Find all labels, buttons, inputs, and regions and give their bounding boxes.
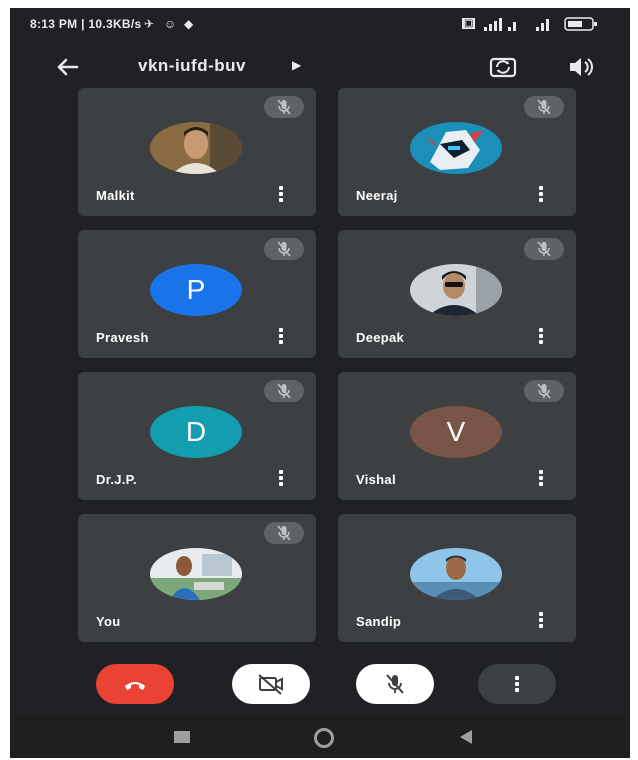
status-emoji-icon: ☺ <box>164 17 177 31</box>
participant-tile[interactable]: P Pravesh <box>78 230 316 358</box>
participant-name: Neeraj <box>356 188 398 203</box>
arrow-left-icon[interactable] <box>50 52 84 82</box>
participant-tile[interactable]: Sandip <box>338 514 576 642</box>
mic-off-icon <box>264 380 304 402</box>
signal-strength-icon <box>484 18 516 31</box>
status-notification-icon: ✈ <box>144 17 155 31</box>
participant-name: Vishal <box>356 472 396 487</box>
avatar: V <box>410 406 502 458</box>
participant-tile[interactable]: Neeraj <box>338 88 576 216</box>
more-vert-icon[interactable] <box>536 184 546 204</box>
mic-off-icon <box>264 522 304 544</box>
avatar: D <box>150 406 242 458</box>
battery-icon <box>564 17 597 31</box>
status-bar: 8:13 PM | 10.3KB/s ✈ ☺ ◆ ▣ <box>10 8 630 42</box>
more-vert-icon[interactable] <box>276 184 286 204</box>
more-vert-icon[interactable] <box>536 468 546 488</box>
participant-tile[interactable]: Malkit <box>78 88 316 216</box>
participant-tile[interactable]: V Vishal <box>338 372 576 500</box>
mic-off-icon <box>264 96 304 118</box>
hang-up-icon <box>125 682 145 690</box>
avatar <box>150 122 242 174</box>
more-vert-icon[interactable] <box>536 610 546 630</box>
meeting-app-bar: vkn-iufd-buv ▶ <box>10 42 630 92</box>
mic-toggle-button[interactable] <box>356 664 434 704</box>
more-vert-icon[interactable] <box>276 468 286 488</box>
avatar <box>150 548 242 600</box>
avatar <box>410 548 502 600</box>
camera-toggle-button[interactable] <box>232 664 310 704</box>
call-controls <box>10 652 630 712</box>
switch-camera-icon[interactable] <box>486 50 520 84</box>
phone-screen: 8:13 PM | 10.3KB/s ✈ ☺ ◆ ▣ vkn-iufd-buv … <box>10 8 630 758</box>
system-nav-bar <box>10 716 630 758</box>
mic-off-icon <box>524 238 564 260</box>
speaker-icon[interactable] <box>564 50 598 84</box>
participant-name: Pravesh <box>96 330 149 345</box>
participant-name: Malkit <box>96 188 135 203</box>
signal-strength-2-icon <box>536 19 549 31</box>
meeting-title[interactable]: vkn-iufd-buv <box>138 56 246 76</box>
participant-name: Sandip <box>356 614 402 629</box>
more-vert-icon <box>512 674 522 694</box>
more-options-button[interactable] <box>478 664 556 704</box>
home-icon[interactable] <box>314 728 334 748</box>
back-nav-icon[interactable] <box>458 729 474 745</box>
avatar <box>410 264 502 316</box>
mic-off-icon <box>386 674 404 694</box>
participant-tile[interactable]: Deepak <box>338 230 576 358</box>
avatar <box>410 122 502 174</box>
participant-name: Dr.J.P. <box>96 472 137 487</box>
end-call-button[interactable] <box>96 664 174 704</box>
mic-off-icon <box>264 238 304 260</box>
more-vert-icon[interactable] <box>536 326 546 346</box>
status-app-icon: ◆ <box>184 17 194 31</box>
avatar: P <box>150 264 242 316</box>
meeting-info-arrow-icon[interactable]: ▶ <box>292 58 301 72</box>
participant-tile-self[interactable]: You <box>78 514 316 642</box>
more-vert-icon[interactable] <box>276 326 286 346</box>
recents-icon[interactable] <box>174 731 190 743</box>
status-time: 8:13 PM | 10.3KB/s <box>30 17 142 31</box>
camera-off-icon <box>258 674 283 695</box>
mic-off-icon <box>524 380 564 402</box>
mic-off-icon <box>524 96 564 118</box>
participant-name: You <box>96 614 121 629</box>
participant-name: Deepak <box>356 330 405 345</box>
participant-tile[interactable]: D Dr.J.P. <box>78 372 316 500</box>
volte-icon: ▣ <box>462 18 476 29</box>
